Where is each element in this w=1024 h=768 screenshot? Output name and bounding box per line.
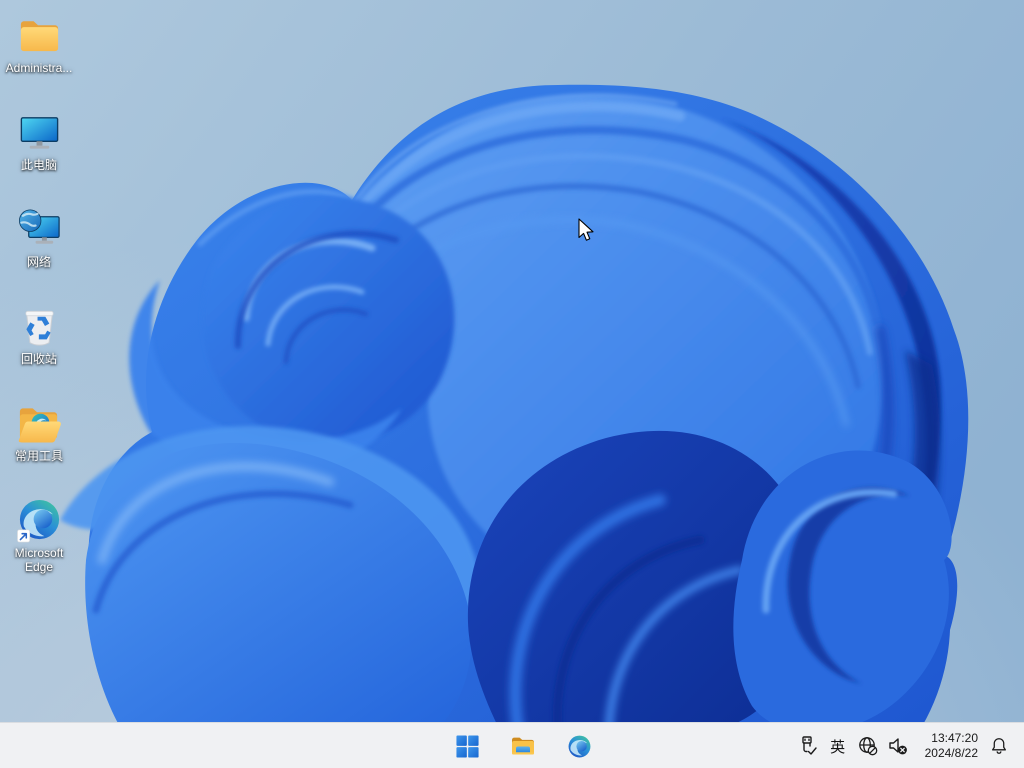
taskbar-center-buttons (447, 723, 599, 768)
icon-label: 网络 (26, 255, 51, 269)
edge-button[interactable] (559, 726, 599, 766)
monitor-icon (20, 117, 58, 149)
icon-label: 回收站 (20, 352, 57, 366)
folder-icon (512, 737, 534, 755)
desktop-icon-recycle-bin[interactable]: 回收站 (0, 303, 78, 395)
desktop-icon-common-tools[interactable]: 常用工具 (0, 400, 78, 492)
desktop-icon-administrator-folder[interactable]: Administra... (0, 12, 78, 104)
ime-indicator[interactable]: 英 (825, 723, 851, 768)
start-button[interactable] (447, 726, 487, 766)
desktop-icon-this-pc[interactable]: 此电脑 (0, 109, 78, 201)
desktop-icon-network[interactable]: 网络 (0, 206, 78, 298)
wallpaper-bloom (0, 0, 1024, 768)
icon-label: 常用工具 (14, 449, 63, 463)
system-tray: 英 13:47:20 2024/8/22 (791, 723, 1014, 768)
network-globe-monitor-icon (18, 209, 60, 244)
file-explorer-button[interactable] (503, 726, 543, 766)
edge-swirl-icon (568, 735, 590, 757)
open-folder-tools-icon (18, 408, 61, 443)
clock-time: 13:47:20 (931, 731, 978, 745)
network-disconnected-icon[interactable] (855, 723, 881, 768)
folder-icon (20, 21, 58, 52)
icon-label: Microsoft Edge (14, 546, 64, 574)
taskbar: 英 13:47:20 2024/8/22 (0, 722, 1024, 768)
bell-icon (992, 738, 1006, 754)
windows-logo-icon (455, 734, 479, 758)
edge-icon (16, 499, 59, 543)
notification-bell-button[interactable] (984, 723, 1014, 768)
recycle-bin-icon (23, 310, 54, 346)
ime-label: 英 (830, 738, 846, 756)
volume-muted-icon[interactable] (885, 723, 911, 768)
icon-label: 此电脑 (20, 158, 57, 172)
icon-label: Administra... (5, 61, 73, 75)
desktop-icon-microsoft-edge[interactable]: Microsoft Edge (0, 497, 78, 589)
taskbar-clock[interactable]: 13:47:20 2024/8/22 (921, 731, 982, 761)
desktop: Administra... 此电脑 网络 回收站 常用工具 Microsoft … (0, 0, 1024, 768)
clock-date: 2024/8/22 (924, 746, 978, 760)
usb-safely-remove-icon[interactable] (795, 723, 821, 768)
